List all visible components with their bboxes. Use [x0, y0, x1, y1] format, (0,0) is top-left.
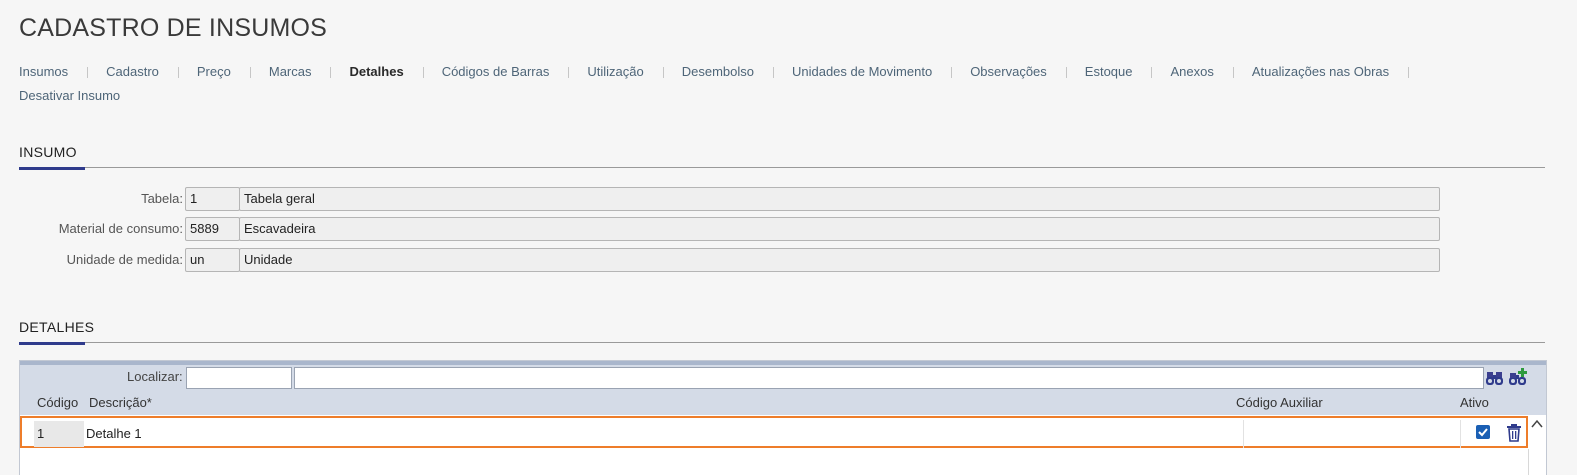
material-code-field[interactable]: 5889	[185, 217, 240, 241]
table-row[interactable]: 1 Detalhe 1	[20, 416, 1528, 448]
tab-separator	[1151, 67, 1153, 79]
tab-unidades-de-movimento[interactable]: Unidades de Movimento	[792, 60, 970, 84]
tab-separator	[177, 67, 179, 79]
cell-divider	[1243, 420, 1244, 448]
tab-separator	[249, 67, 251, 79]
tab-separator	[422, 67, 424, 79]
page-title: CADASTRO DE INSUMOS	[19, 14, 327, 42]
field-label-tabela: Tabela:	[141, 191, 183, 206]
field-label-unidade: Unidade de medida:	[66, 252, 183, 267]
grid-empty-area	[20, 449, 1529, 475]
row-descricao-cell[interactable]: Detalhe 1	[86, 421, 142, 447]
unidade-code-field[interactable]: un	[185, 248, 240, 272]
tab-codigos-de-barras[interactable]: Códigos de Barras	[442, 60, 588, 84]
tab-separator	[1232, 67, 1234, 79]
tab-separator	[1065, 67, 1067, 79]
tab-insumos[interactable]: Insumos	[19, 60, 106, 84]
tab-estoque[interactable]: Estoque	[1085, 60, 1171, 84]
binoculars-add-icon[interactable]	[1508, 368, 1528, 388]
row-codigo-cell[interactable]: 1	[34, 421, 84, 447]
field-label-material: Material de consumo:	[58, 221, 183, 236]
cell-divider	[1460, 420, 1461, 448]
column-header-ativo[interactable]: Ativo	[1460, 395, 1489, 410]
tab-preco[interactable]: Preço	[197, 60, 269, 84]
grid-header: Código Descrição* Código Auxiliar Ativo	[20, 389, 1546, 415]
tab-atualizacoes-nas-obras[interactable]: Atualizações nas Obras	[1252, 60, 1427, 84]
check-icon	[1478, 428, 1488, 437]
unidade-description-field[interactable]: Unidade	[239, 248, 1440, 272]
material-description-field[interactable]: Escavadeira	[239, 217, 1440, 241]
tab-separator	[662, 67, 664, 79]
tab-utilizacao[interactable]: Utilização	[587, 60, 681, 84]
tab-desativar-insumo[interactable]: Desativar Insumo	[19, 84, 120, 108]
details-grid: Localizar: Código Descrição* Código Auxi…	[19, 360, 1547, 475]
section-underline	[19, 342, 85, 345]
grid-toolbar: Localizar:	[20, 361, 1546, 389]
tab-observacoes[interactable]: Observações	[970, 60, 1085, 84]
tab-bar: Insumos Cadastro Preço Marcas Detalhes Código…	[19, 60, 1439, 108]
trash-icon[interactable]	[1505, 423, 1523, 443]
section-title-insumo: INSUMO	[19, 144, 77, 160]
tab-marcas[interactable]: Marcas	[269, 60, 350, 84]
tab-separator	[87, 67, 89, 79]
tab-cadastro[interactable]: Cadastro	[106, 60, 197, 84]
tab-separator	[568, 67, 570, 79]
binoculars-search-icon[interactable]	[1485, 368, 1505, 388]
tab-anexos[interactable]: Anexos	[1170, 60, 1251, 84]
tab-detalhes[interactable]: Detalhes	[349, 60, 441, 84]
tab-desembolso[interactable]: Desembolso	[682, 60, 792, 84]
section-title-detalhes: DETALHES	[19, 319, 95, 335]
find-field-input[interactable]	[186, 367, 292, 389]
section-divider	[19, 167, 1545, 168]
tabela-description-field[interactable]: Tabela geral	[239, 187, 1440, 211]
scroll-up-arrow-icon[interactable]	[1530, 417, 1544, 429]
ativo-checkbox[interactable]	[1476, 425, 1490, 439]
column-header-codigo-auxiliar[interactable]: Código Auxiliar	[1236, 395, 1323, 410]
tab-separator	[951, 67, 953, 79]
section-underline	[19, 167, 85, 170]
find-label: Localizar:	[127, 369, 183, 384]
tab-separator	[330, 67, 332, 79]
tabela-code-field[interactable]: 1	[185, 187, 240, 211]
find-value-input[interactable]	[294, 367, 1484, 389]
column-header-descricao[interactable]: Descrição*	[89, 395, 152, 410]
column-header-codigo[interactable]: Código	[37, 395, 78, 410]
tab-separator	[1408, 67, 1410, 79]
section-divider	[19, 342, 1545, 343]
tab-separator	[772, 67, 774, 79]
